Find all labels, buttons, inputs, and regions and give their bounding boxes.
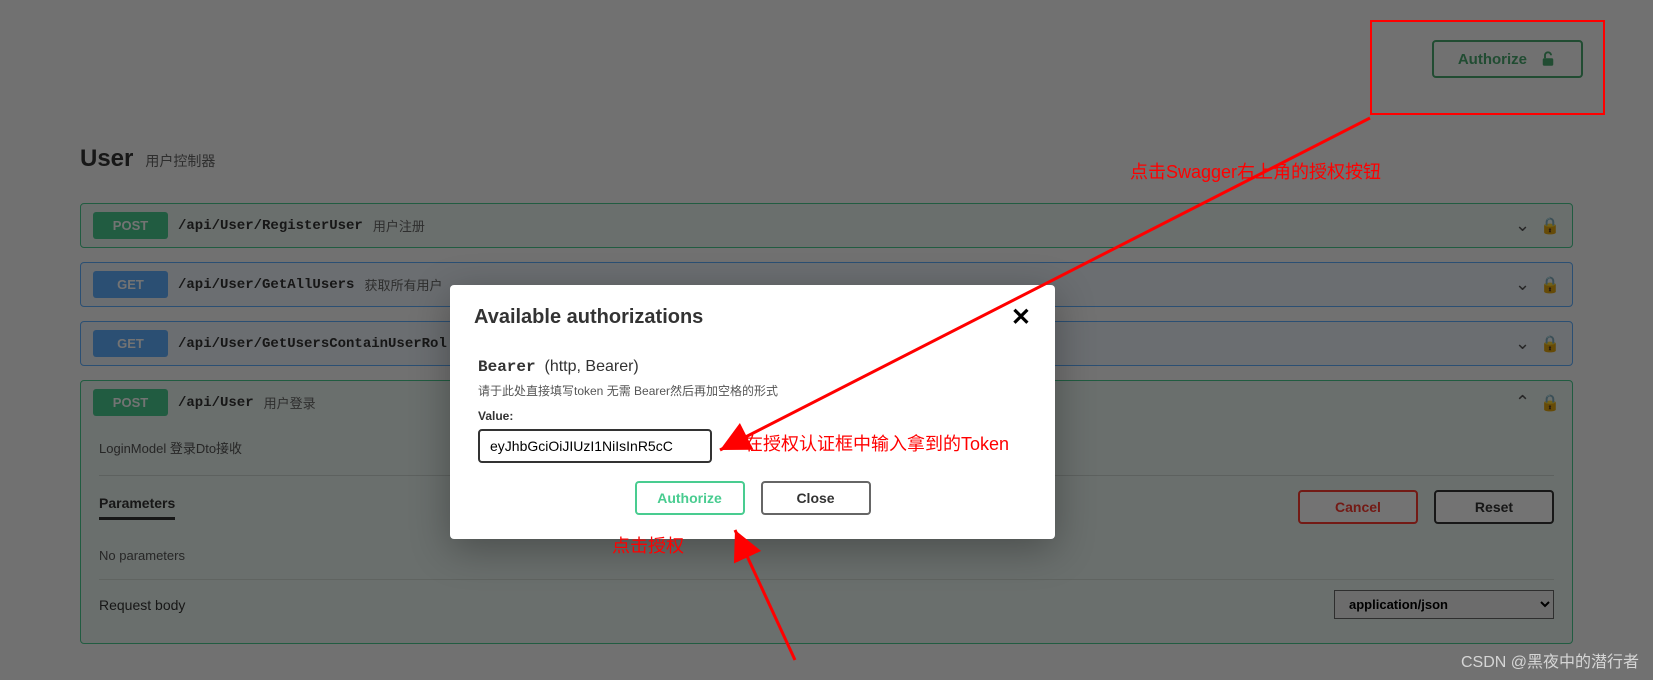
scheme-type: (http, Bearer) (545, 358, 639, 375)
token-input[interactable] (478, 429, 712, 463)
scheme-header: Bearer (http, Bearer) (478, 358, 1027, 376)
value-label: Value: (478, 409, 1027, 423)
close-icon[interactable]: ✕ (1011, 303, 1031, 332)
watermark: CSDN @黑夜中的潜行者 (1461, 648, 1639, 672)
modal-title: Available authorizations (474, 306, 703, 329)
modal-authorize-button[interactable]: Authorize (635, 481, 745, 515)
authorizations-modal: Available authorizations ✕ Bearer (http,… (450, 285, 1055, 539)
modal-close-button[interactable]: Close (761, 481, 871, 515)
scheme-name: Bearer (478, 358, 536, 376)
scheme-note: 请于此处直接填写token 无需 Bearer然后再加空格的形式 (478, 382, 1027, 399)
